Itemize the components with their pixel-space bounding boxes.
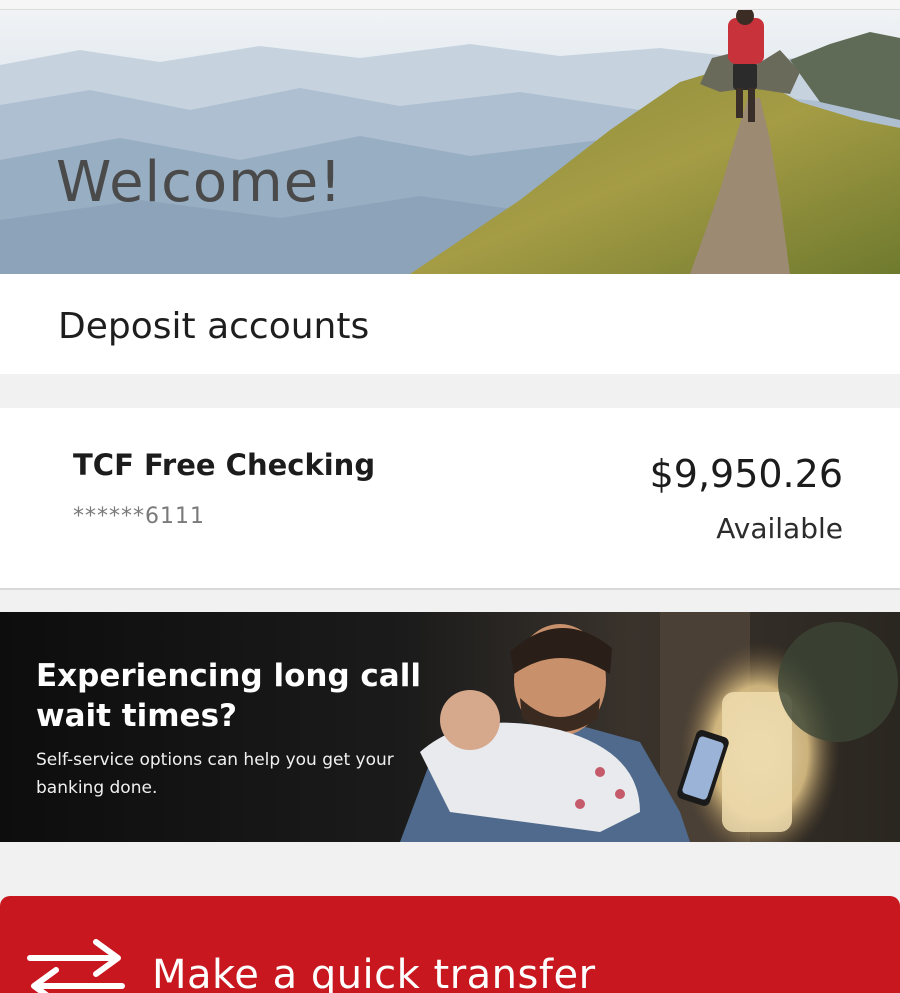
welcome-hero: Welcome! bbox=[0, 10, 900, 274]
account-balance: $9,950.26 bbox=[649, 452, 843, 496]
transfer-arrows-icon bbox=[24, 936, 128, 993]
section-title: Deposit accounts bbox=[58, 306, 370, 347]
account-card[interactable]: TCF Free Checking ******6111 $9,950.26 A… bbox=[0, 408, 900, 590]
account-number: ******6111 bbox=[73, 504, 205, 529]
hero-mountain-image bbox=[0, 10, 900, 274]
quick-transfer-button[interactable]: Make a quick transfer bbox=[0, 896, 900, 993]
deposit-accounts-header: Deposit accounts bbox=[0, 274, 900, 374]
welcome-title: Welcome! bbox=[56, 150, 343, 215]
account-name: TCF Free Checking bbox=[73, 448, 376, 482]
top-strip bbox=[0, 0, 900, 10]
promo-body: Self-service options can help you get yo… bbox=[36, 750, 394, 798]
balance-label: Available bbox=[716, 512, 843, 545]
promo-headline: Experiencing long call wait times? bbox=[36, 658, 421, 734]
quick-transfer-label: Make a quick transfer bbox=[152, 952, 596, 993]
home-screen: Welcome! Deposit accounts TCF Free Check… bbox=[0, 0, 900, 993]
promo-banner[interactable]: Experiencing long call wait times? Self-… bbox=[0, 612, 900, 842]
